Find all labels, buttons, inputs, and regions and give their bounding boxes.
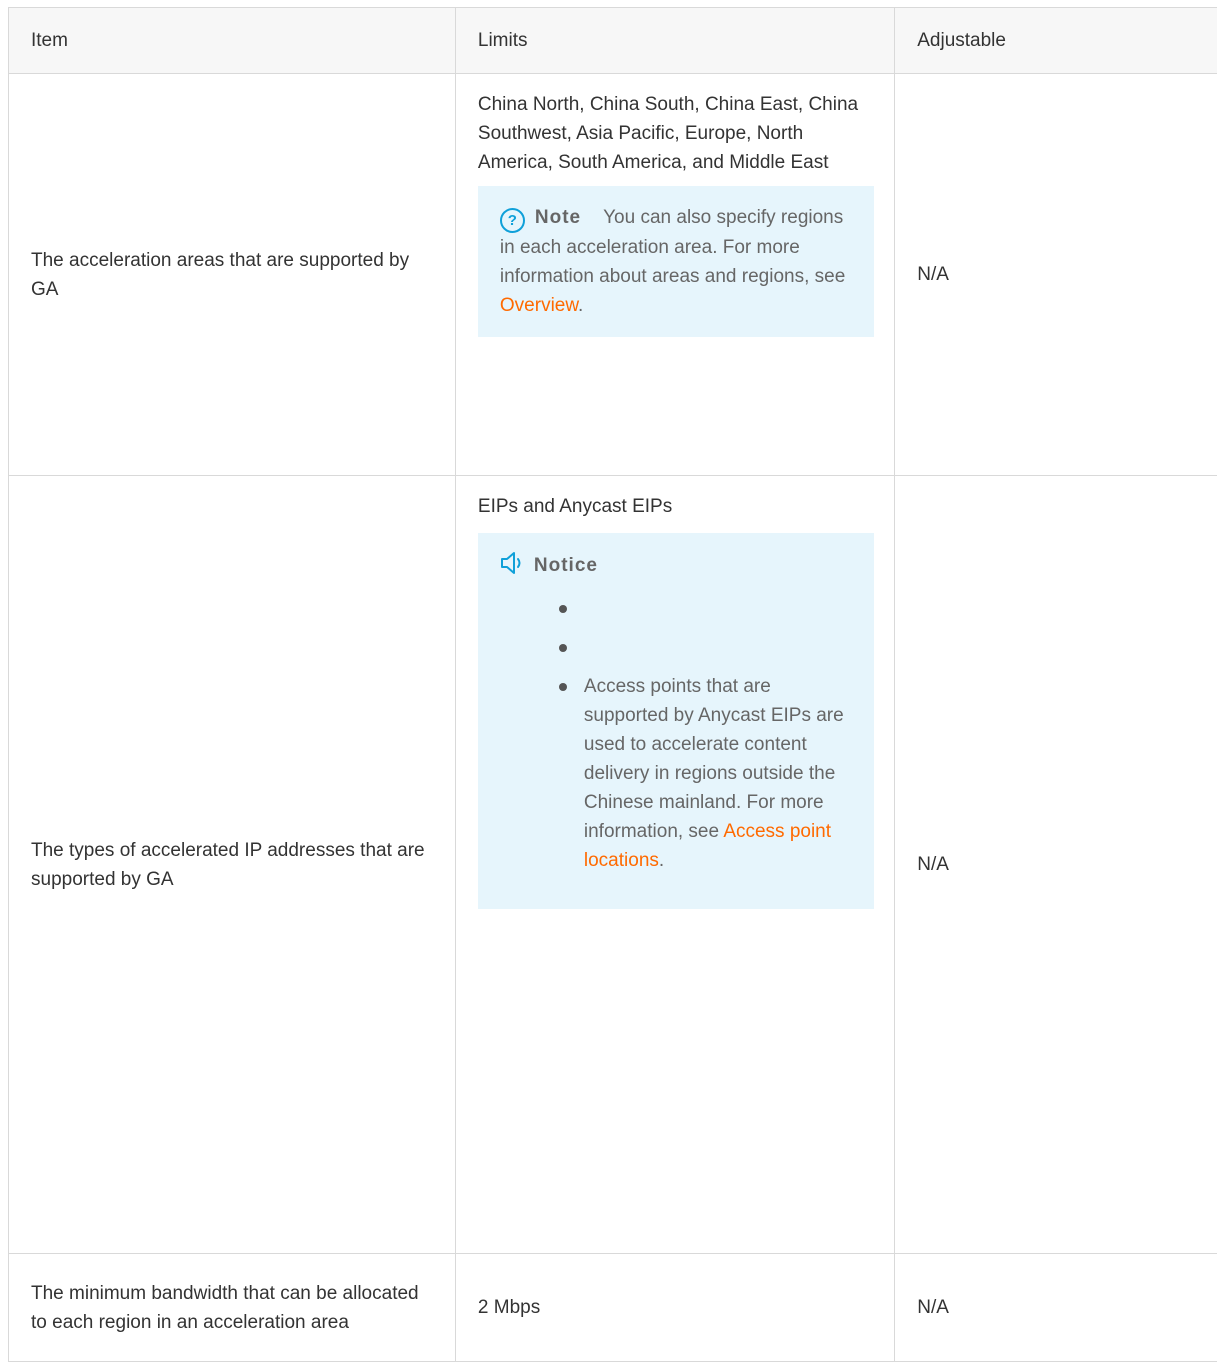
speaker-icon — [500, 551, 526, 575]
adjustable-cell: N/A — [895, 1254, 1217, 1362]
notice-header: Notice — [500, 551, 852, 580]
header-item: Item — [9, 8, 456, 74]
adjustable-cell: N/A — [895, 74, 1217, 476]
table-row: The acceleration areas that are supporte… — [9, 74, 1217, 476]
item-cell: The types of accelerated IP addresses th… — [9, 476, 456, 1254]
overview-link[interactable]: Overview — [500, 295, 578, 316]
header-limits: Limits — [455, 8, 894, 74]
limits-cell: China North, China South, China East, Ch… — [455, 74, 894, 476]
limits-text: EIPs and Anycast EIPs — [478, 492, 874, 521]
limits-cell: EIPs and Anycast EIPs Notice Access poin… — [455, 476, 894, 1254]
note-callout: ?NoteYou can also specify regions in eac… — [478, 186, 874, 337]
limits-table: Item Limits Adjustable The acceleration … — [8, 7, 1217, 1362]
limits-cell: 2 Mbps — [455, 1254, 894, 1362]
list-item — [584, 633, 852, 662]
notice-callout: Notice Access points that are supported … — [478, 533, 874, 909]
note-title: Note — [535, 207, 581, 228]
table-row: The types of accelerated IP addresses th… — [9, 476, 1217, 1254]
notice-list: Access points that are supported by Anyc… — [500, 594, 852, 875]
help-circle-icon: ? — [500, 208, 525, 233]
table-row: The minimum bandwidth that can be alloca… — [9, 1254, 1217, 1362]
notice-title: Notice — [534, 555, 598, 576]
notice-suffix: . — [659, 850, 664, 871]
item-cell: The minimum bandwidth that can be alloca… — [9, 1254, 456, 1362]
notice-item-text: Access points that are supported by Anyc… — [584, 676, 844, 842]
list-item — [584, 594, 852, 623]
adjustable-cell: N/A — [895, 476, 1217, 1254]
item-cell: The acceleration areas that are supporte… — [9, 74, 456, 476]
list-item: Access points that are supported by Anyc… — [584, 672, 852, 875]
header-adjustable: Adjustable — [895, 8, 1217, 74]
note-suffix: . — [578, 295, 583, 316]
limits-text: China North, China South, China East, Ch… — [478, 90, 874, 177]
table-header-row: Item Limits Adjustable — [9, 8, 1217, 74]
